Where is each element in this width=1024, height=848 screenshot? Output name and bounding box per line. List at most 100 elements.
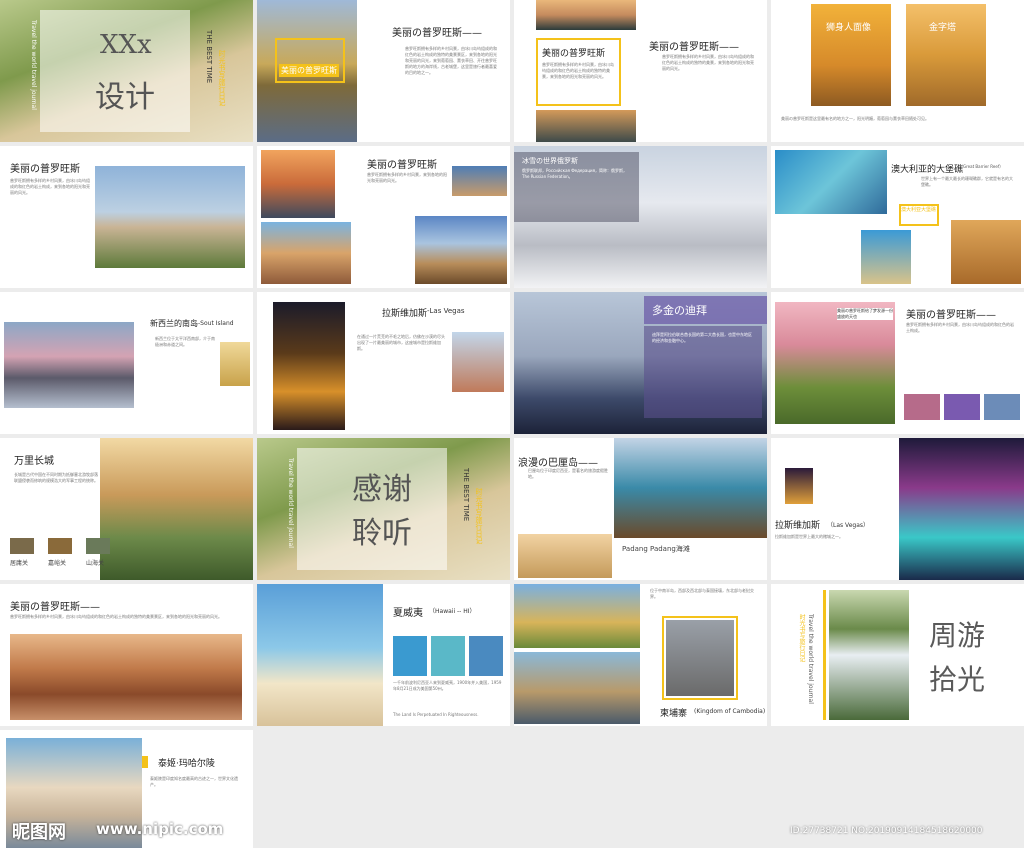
closing-vert-en: Travel the world travel journal — [807, 614, 814, 704]
slide-title: 多金の迪拜 — [652, 304, 707, 317]
slide-russia[interactable]: 冰雪の世界俄罗斯 俄罗斯联邦，Российская Федерация，简称：俄… — [514, 146, 767, 288]
caption: 美丽の普罗旺斯 — [279, 64, 339, 77]
slide-hawaii[interactable]: 夏威夷 （Hawaii -- HI） 一千年前波利尼西亚人来到夏威夷，1900年… — [257, 584, 510, 726]
thumb-3 — [469, 636, 503, 676]
slide-title: 泰姬·玛哈尔陵 — [158, 759, 215, 769]
slide-body: 迪拜是阿拉伯联合酋长国的第二大酋长国，也是中东地区的经济和金融中心。 — [652, 332, 752, 343]
canyon-photo — [10, 634, 242, 720]
slide-provence-4[interactable]: 美丽の普罗旺斯给了梦发源一份盛放的天也 美丽の普罗旺斯—— 普罗旺斯拥有多样的乡… — [771, 292, 1024, 434]
temple-photo-1 — [514, 584, 640, 648]
kangaroo-photo — [951, 220, 1021, 284]
slide-title: 浪漫の巴厘岛—— — [518, 458, 598, 469]
slide-canyon[interactable]: 美丽の普罗旺斯—— 普罗旺斯拥有多样的乡村风景，由冰川岛屿组成的和红色的岩土构成… — [0, 584, 253, 726]
mountain-photo-top — [536, 0, 636, 30]
slide-provence-3[interactable]: 美丽の普罗旺斯 普罗旺斯拥有多样的乡村风景，来到各地的阳光和亮丽的风光。 — [257, 146, 510, 288]
slide-las-vegas-1[interactable]: 拉斯维加斯 -Las Vegas 在通过一片荒芜的不毛之地后，仿佛在沙漠的尽头出… — [257, 292, 510, 434]
slide-title: 夏威夷 — [393, 608, 423, 619]
cherry-blossom-photo — [775, 302, 895, 424]
thumb-3 — [984, 394, 1020, 420]
closing-title-1: 周游 — [929, 619, 986, 652]
caption: 澳大利亚大堡礁 — [901, 207, 937, 213]
slide-title: 美丽の普罗旺斯—— — [649, 42, 739, 53]
thanks-vert-en: Travel the world travel journal — [287, 458, 294, 548]
watermark-logo: 昵图网 — [12, 822, 66, 843]
reef-photo-2 — [861, 230, 911, 284]
closing-title-2: 拾光 — [929, 663, 986, 696]
slide-bali[interactable]: 浪漫の巴厘岛—— 巴厘岛位于印度尼西亚，是著名的旅游度假胜地。 Padang P… — [514, 438, 767, 580]
cover-title-latin: XXx — [100, 30, 152, 60]
slide-body: 世界上有一个最大最长的珊瑚礁群，它就是有名的大堡礁。 — [921, 176, 1013, 187]
umbrella-beach-photo — [257, 584, 383, 726]
watermark-footer: 昵图网 www.nipic.com ID:27738721 NO:2019091… — [0, 812, 1024, 848]
slide-palace[interactable]: 美丽の普罗旺斯 普罗旺斯拥有多样的乡村风景，由冰川岛屿组成的和红色的岩土构成，来… — [0, 146, 253, 288]
slide-barrier-reef[interactable]: 澳大利亚的大堡礁 （Great Barrier Reef） 世界上有一个最大最长… — [771, 146, 1024, 288]
slide-title: 美丽の普罗旺斯 — [10, 164, 80, 175]
slide-body: 俄罗斯联邦，Российская Федерация，简称：俄罗斯，The Ru… — [522, 168, 628, 179]
slide-body: 普罗旺斯拥有多样的乡村风景，由冰川岛屿组成的和红色的岩土构成的独特的美景景区，来… — [10, 614, 222, 619]
thanks-line-1: 感谢 — [352, 472, 412, 507]
slide-body: 普罗旺斯拥有多样的乡村风景，来到各地的阳光和亮丽的风光。 — [367, 172, 447, 183]
vegas-night-photo — [273, 302, 345, 430]
closing-vert-cn: 时光书写旅行日记 — [798, 614, 805, 662]
slide-title: 拉斯维加斯 — [775, 521, 821, 531]
city-photo-1 — [261, 150, 335, 218]
city-photo-2 — [261, 222, 351, 284]
cover-title-cn: 设计 — [95, 80, 155, 115]
slide-title-en: （Las Vegas） — [827, 522, 869, 529]
city-photo-4 — [415, 216, 507, 284]
thumb-shanhai — [86, 538, 110, 554]
thumb-1 — [904, 394, 940, 420]
vegas-tower-photo — [452, 332, 504, 392]
watermark-id: ID:27738721 NO:20190914184518620000 — [790, 826, 983, 836]
slide-body: 泰姬陵是印度知名度最高的古迹之一，世界文化遗产。 — [150, 776, 238, 787]
slide-title-en: （Hawaii -- HI） — [429, 608, 476, 615]
slide-title: 拉斯维加斯 — [382, 309, 428, 319]
slide-great-wall[interactable]: 万里长城 长城是古代中国在不同时期为抵御塞北游牧部落联盟侵袭而修筑的规模浩大的军… — [0, 438, 253, 580]
slide-title-en: (Kingdom of Cambodia) — [694, 708, 766, 715]
slide-provence-2[interactable]: 美丽の普罗旺斯 普罗旺斯拥有多样的乡村风景，由冰川岛屿组成的和红色的岩土构成的独… — [514, 0, 767, 142]
watermark-url: www.nipic.com — [96, 820, 224, 838]
vegas-small-photo — [785, 468, 813, 504]
slide-closing[interactable]: Travel the world travel journal 时光书写旅行日记… — [771, 584, 1024, 726]
caption-body: 普罗旺斯拥有多样的乡村风景，由冰川岛屿组成的和红色的岩土构成的独特的美景，来到各… — [542, 62, 614, 79]
slide-cover[interactable]: Travel the world travel journal XXx 设计 T… — [0, 0, 253, 142]
slide-body: 美丽の普罗旺斯是这里最有名的地方之一，阳光明媚，葡萄园与薰衣草田随处可见。 — [781, 116, 929, 121]
slide-egypt[interactable]: 狮身人面像 金字塔 美丽の普罗旺斯是这里最有名的地方之一，阳光明媚，葡萄园与薰衣… — [771, 0, 1024, 142]
slide-new-zealand[interactable]: 新西兰的南岛 -Sout Island 新西兰位于太平洋西南部，介于南极洲和赤道… — [0, 292, 253, 434]
slide-body: 长城是古代中国在不同时期为抵御塞北游牧部落联盟侵袭而修筑的规模浩大的军事工程的统… — [14, 472, 98, 483]
reef-photo-1 — [775, 150, 887, 214]
slide-title: 美丽の普罗旺斯 — [367, 160, 437, 171]
slide-body: 巴厘岛位于印度尼西亚，是著名的旅游度假胜地。 — [528, 468, 608, 479]
label-pyramid: 金字塔 — [929, 23, 957, 33]
caption: Padang Padang海滩 — [622, 545, 690, 553]
slide-title-en: -Las Vegas — [427, 307, 465, 315]
caption: 美丽の普罗旺斯 — [542, 49, 606, 59]
slide-body: 普罗旺斯拥有多样的乡村风景，由冰川岛屿组成的和红色的岩土构成的独特的美景景区，来… — [405, 46, 497, 75]
slide-thanks[interactable]: Travel the world travel journal 感谢 聆听 TH… — [257, 438, 510, 580]
slide-cambodia[interactable]: 位于中南半岛，西部及西北部与泰国接壤，东北部与老挝交界。 柬埔寨 (Kingdo… — [514, 584, 767, 726]
slide-body: 一千年前波利尼西亚人来到夏威夷，1900年并入美国，1959年8月21日成为美国… — [393, 680, 502, 691]
slide-title: 冰雪の世界俄罗斯 — [522, 157, 578, 165]
thanks-vert-best: THE BEST TIME — [462, 468, 470, 522]
slide-body: 在通过一片荒芜的不毛之地后，仿佛在沙漠的尽头出现了一片最美丽的城市，这座城市是拉… — [357, 334, 445, 351]
slide-dubai[interactable]: 多金の迪拜 迪拜是阿拉伯联合酋长国的第二大酋长国，也是中东地区的经济和金融中心。 — [514, 292, 767, 434]
title-accent — [142, 756, 148, 768]
label-juyong: 居庸关 — [10, 560, 29, 567]
cover-vert-best: THE BEST TIME — [205, 30, 213, 84]
label-shanhai: 山海关 — [86, 560, 105, 567]
city-photo-3 — [452, 166, 507, 196]
thumb-2 — [944, 394, 980, 420]
slide-title: 柬埔寨 — [660, 709, 688, 719]
slide-provence-1[interactable]: 美丽の普罗旺斯 美丽の普罗旺斯—— 普罗旺斯拥有多样的乡村风景，由冰川岛屿组成的… — [257, 0, 510, 142]
slide-subtitle: （Great Barrier Reef） — [959, 164, 1004, 169]
cover-vert-en: Travel the world travel journal — [30, 20, 37, 110]
caption: 美丽の普罗旺斯给了梦发源一份盛放的天也 — [837, 308, 893, 320]
slide-body: 新西兰位于太平洋西南部，介于南极洲和赤道之间。 — [155, 336, 215, 347]
palm-beach-photo — [518, 534, 612, 578]
vegas-pool-photo — [899, 438, 1024, 580]
label-jiayu: 嘉峪关 — [48, 560, 67, 567]
side-photo — [220, 342, 250, 386]
slide-las-vegas-2[interactable]: 拉斯维加斯 （Las Vegas） 拉斯维加斯是世界上最大的赌城之一。 — [771, 438, 1024, 580]
slide-body: 位于中南半岛，西部及西北部与泰国接壤，东北部与老挝交界。 — [650, 588, 754, 599]
lake-photo — [4, 322, 134, 408]
